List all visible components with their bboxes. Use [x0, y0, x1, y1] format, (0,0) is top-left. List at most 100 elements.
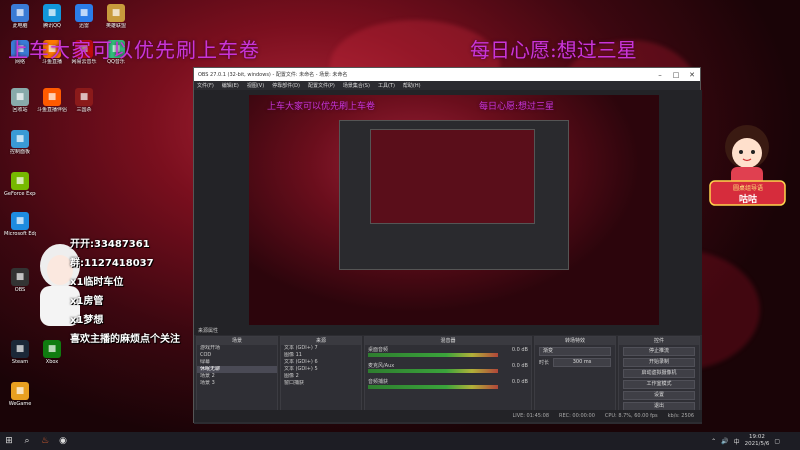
minimize-icon[interactable]: –	[652, 71, 668, 79]
desktop-icon[interactable]: ■ 三国杀	[68, 88, 100, 113]
streamer-info-panel: 开开:33487361 群:1127418037 x1临时车位 x1房管 x1梦想 喜欢主…	[70, 235, 210, 349]
control-button[interactable]: 停止推流	[623, 347, 695, 356]
desktop-icon-grid: ■此电脑■网络■回收站■控制面板■GeForce Experience■Micr…	[0, 0, 130, 432]
obs-icon: ■	[11, 268, 29, 286]
transition-select[interactable]: 渐变	[539, 347, 611, 356]
desktop-icon[interactable]: ■ 斗鱼直播伴侣	[36, 88, 68, 113]
mixer-dock: 混音器 桌面音频 0.0 dB 麦克风/Aux 0.0 dB 音频捕获 0.0 dB	[364, 336, 532, 414]
desktop-icon-label: 控制面板	[9, 149, 30, 155]
mixer-db-value: 0.0 dB	[511, 347, 528, 353]
menu-item[interactable]: 场景集合(S)	[343, 82, 370, 89]
menu-item[interactable]: 编辑(E)	[222, 82, 239, 89]
info-line: x1梦想	[70, 315, 104, 326]
windows-start-icon[interactable]: ⊞	[0, 432, 18, 450]
taskbar-date: 2021/5/6	[744, 441, 770, 447]
qq-icon: ■	[43, 4, 61, 22]
source-item[interactable]: 文本 (GDI+) 5	[281, 366, 361, 373]
desktop-icon[interactable]: ■ Xbox	[36, 340, 68, 365]
controls-dock: 控件 停止推流 开始录制 启动虚拟摄像机 工作室模式 设置 退出	[618, 336, 700, 414]
desktop-icon[interactable]: ■ 迅雷	[68, 4, 100, 29]
control-button[interactable]: 开始录制	[623, 358, 695, 367]
mixer-db-value: 0.0 dB	[511, 363, 528, 369]
nested-obs-preview-inner	[370, 129, 535, 224]
obs-window[interactable]: OBS 27.0.1 (32-bit, windows) - 配置文件: 未命名…	[193, 67, 702, 424]
volume-meter[interactable]	[368, 369, 498, 373]
menu-item[interactable]: 停靠部件(D)	[272, 82, 300, 89]
control-button[interactable]: 工作室模式	[623, 380, 695, 389]
taskbar-time: 19:02	[749, 434, 765, 440]
search-icon[interactable]: ⌕	[18, 432, 36, 450]
mixer-channel: 麦克风/Aux 0.0 dB	[368, 363, 528, 377]
control-panel-icon: ■	[11, 130, 29, 148]
sources-dock: 来源 文本 (GDI+) 7 图像 11 文本 (GDI+) 6 文本 (GDI+) …	[280, 336, 362, 414]
source-item[interactable]: 图像 11	[281, 352, 361, 359]
system-tray: ⌃ 🔊 中 19:02 2021/5/6 ▢	[711, 432, 780, 450]
scene-item[interactable]: 休眠无聊	[197, 366, 277, 373]
desktop-icon[interactable]: ■ 回收站	[4, 88, 36, 113]
overlay-banner-left: 上车大家可以优先刷上车卷	[8, 38, 260, 62]
computer-icon: ■	[11, 4, 29, 22]
desktop-icon[interactable]: ■ Steam	[4, 340, 36, 365]
scene-item[interactable]: 场景 3	[197, 380, 277, 387]
notification-icon[interactable]: ▢	[774, 438, 780, 445]
desktop-icon[interactable]: ■ 腾讯QQ	[36, 4, 68, 29]
preview-canvas[interactable]: 上车大家可以优先刷上车卷 每日心愿:想过三星	[249, 95, 659, 325]
xbox-icon: ■	[43, 340, 61, 358]
geforce-icon: ■	[11, 172, 29, 190]
maximize-icon[interactable]: □	[668, 71, 684, 79]
source-item[interactable]: 窗口捕获	[281, 380, 361, 387]
volume-meter[interactable]	[368, 385, 498, 389]
sources-title: 来源	[281, 337, 361, 345]
mixer-db-value: 0.0 dB	[511, 379, 528, 385]
windows-taskbar: ⊞ ⌕ ♨ ◉ ⌃ 🔊 中 19:02 2021/5/6 ▢	[0, 432, 800, 450]
overlay-banner-right: 每日心愿:想过三星	[470, 38, 637, 62]
control-button[interactable]: 设置	[623, 391, 695, 400]
desktop-icon-label: 三国杀	[76, 107, 92, 113]
transitions-title: 转场特效	[535, 337, 615, 345]
duration-input[interactable]: 300 ms	[553, 358, 611, 367]
menu-item[interactable]: 帮助(H)	[403, 82, 421, 89]
close-icon[interactable]: ✕	[684, 71, 700, 79]
fire-icon[interactable]: ♨	[36, 432, 54, 450]
obs-taskbar-icon[interactable]: ◉	[54, 432, 72, 450]
desktop-icon-label: OBS	[14, 287, 26, 293]
sgs-icon: ■	[75, 88, 93, 106]
desktop-icon-label: Xbox	[45, 359, 59, 365]
source-item[interactable]: 图像 2	[281, 373, 361, 380]
mascot-badge: 圆桌组导语	[732, 185, 763, 192]
menu-item[interactable]: 配置文件(P)	[308, 82, 335, 89]
desktop-icon[interactable]: ■GeForce Experience	[4, 172, 36, 197]
obs-titlebar[interactable]: OBS 27.0.1 (32-bit, windows) - 配置文件: 未命名…	[194, 68, 700, 81]
desktop-icon[interactable]: ■ 此电脑	[4, 4, 36, 29]
menu-item[interactable]: 视图(V)	[247, 82, 264, 89]
volume-meter[interactable]	[368, 353, 498, 357]
desktop-icon[interactable]: ■ 英雄联盟	[100, 4, 132, 29]
control-button[interactable]: 启动虚拟摄像机	[623, 369, 695, 378]
wegame-icon: ■	[11, 382, 29, 400]
desktop-icon[interactable]: ■Microsoft Edge	[4, 212, 36, 237]
desktop-icon-label: 英雄联盟	[105, 23, 126, 29]
source-item[interactable]: 文本 (GDI+) 6	[281, 359, 361, 366]
recycle-bin-icon: ■	[11, 88, 29, 106]
taskbar-clock[interactable]: 19:02 2021/5/6	[745, 434, 770, 448]
desktop-icon[interactable]: ■ OBS	[4, 268, 36, 293]
obs-statusbar: LIVE: 01:45:08 REC: 00:00:00 CPU: 8.7%, 60…	[194, 410, 702, 422]
scene-item[interactable]: 绿幕	[197, 359, 277, 366]
obs-window-title: OBS 27.0.1 (32-bit, windows) - 配置文件: 未命名…	[198, 72, 348, 78]
edge-icon: ■	[11, 212, 29, 230]
desktop-icon[interactable]: ■ WeGame	[4, 382, 36, 407]
speaker-icon[interactable]: 🔊	[721, 438, 728, 445]
menu-item[interactable]: 工具(T)	[378, 82, 395, 89]
input-language-label[interactable]: 中	[734, 437, 740, 446]
douyu-companion-icon: ■	[43, 88, 61, 106]
scene-item[interactable]: 场景 2	[197, 373, 277, 380]
info-line: x1房管	[70, 296, 104, 307]
chevron-up-icon[interactable]: ⌃	[711, 438, 716, 445]
thunder-icon: ■	[75, 4, 93, 22]
menu-item[interactable]: 文件(F)	[197, 82, 214, 89]
transitions-dock: 转场特效 渐变 时长 300 ms	[534, 336, 616, 414]
desktop-icon[interactable]: ■ 控制面板	[4, 130, 36, 155]
source-item[interactable]: 文本 (GDI+) 7	[281, 345, 361, 352]
nested-obs-preview	[339, 120, 569, 270]
scene-item[interactable]: COD	[197, 352, 277, 359]
